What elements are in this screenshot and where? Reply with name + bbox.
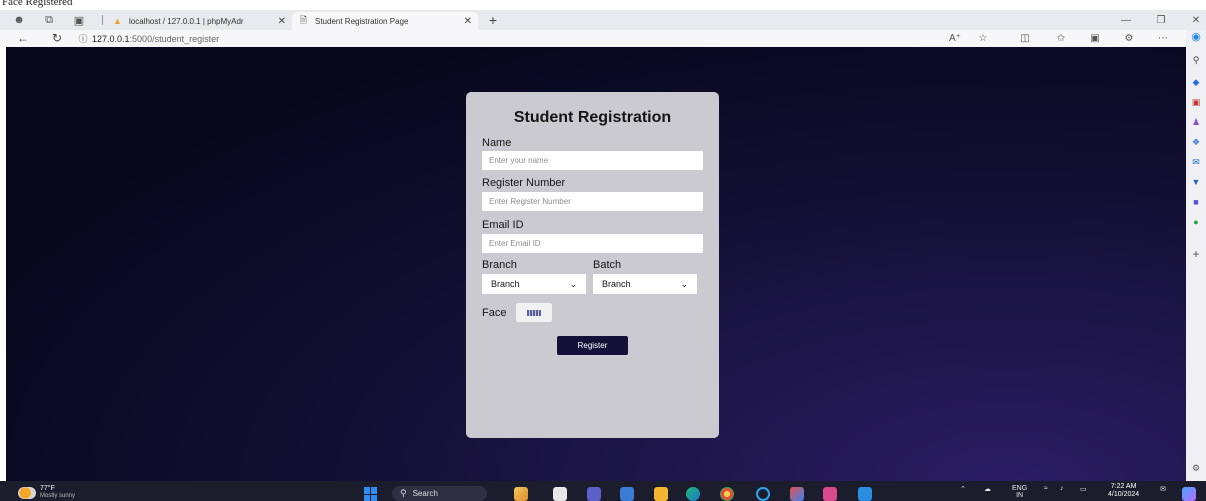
- url-path: :5000/student_register: [129, 33, 220, 44]
- clock[interactable]: 7:22 AM 4/10/2024: [1108, 483, 1139, 499]
- favorite-star-icon[interactable]: ☆: [976, 31, 990, 45]
- tab-student-registration[interactable]: 🗎 Student Registration Page ✕: [292, 12, 478, 30]
- search-label: Search: [412, 489, 438, 498]
- restore-icon[interactable]: ❐: [1151, 10, 1171, 30]
- info-icon[interactable]: ⓘ: [76, 31, 90, 45]
- branch-label: Branch: [482, 259, 517, 271]
- name-input[interactable]: [482, 151, 703, 170]
- minimize-icon[interactable]: —: [1116, 10, 1136, 30]
- profile-icon[interactable]: ☻: [12, 13, 26, 27]
- email-input[interactable]: [482, 234, 703, 253]
- language-region: IN: [1016, 492, 1024, 499]
- add-sidebar-app-icon[interactable]: +: [1189, 247, 1203, 261]
- task-view-icon[interactable]: [553, 487, 567, 501]
- more-options-icon[interactable]: ⋯: [1156, 31, 1170, 45]
- face-capture-button[interactable]: [516, 303, 552, 322]
- register-button[interactable]: Register: [557, 336, 628, 355]
- url-host: 127.0.0.1: [92, 33, 130, 44]
- edge-sidebar: ◉ ⚲ ◆ ▣ ♟ ❖ ✉ ▼ ■ ● + ⚙: [1186, 30, 1206, 481]
- app-icon[interactable]: [790, 487, 804, 501]
- page-icon: 🗎: [299, 15, 308, 25]
- vscode-icon[interactable]: [858, 487, 872, 501]
- tab-title: localhost / 127.0.0.1 | phpMyAdr: [129, 16, 244, 26]
- games-icon[interactable]: ❖: [1189, 136, 1203, 148]
- registration-form-card: Student Registration Name Register Numbe…: [466, 92, 719, 438]
- collections-icon[interactable]: ▣: [1088, 31, 1102, 45]
- email-label: Email ID: [482, 219, 524, 231]
- caption-text: Face Registered: [2, 0, 73, 8]
- store-icon[interactable]: [620, 487, 634, 501]
- volume-icon[interactable]: ♪: [1060, 485, 1064, 492]
- weather-widget[interactable]: 77°F Mostly sunny: [18, 484, 128, 500]
- batch-label: Batch: [593, 259, 622, 271]
- notification-icon[interactable]: ✉: [1160, 485, 1166, 493]
- wifi-icon[interactable]: ≈: [1044, 485, 1048, 492]
- caption-strip: Face Registered: [0, 0, 1206, 10]
- split-screen-icon[interactable]: ◫: [1018, 31, 1032, 45]
- taskbar-search[interactable]: ⚲ Search: [392, 486, 487, 501]
- outlook-icon[interactable]: ✉: [1189, 156, 1203, 168]
- tab-title: Student Registration Page: [315, 16, 409, 26]
- browser-tab-bar: ☻ ⧉ ▣ ▲ localhost / 127.0.0.1 | phpMyAdr…: [0, 10, 1206, 30]
- office-icon[interactable]: ■: [1189, 196, 1203, 208]
- chevron-down-icon: ⌄: [569, 278, 577, 289]
- language-indicator[interactable]: ENG IN: [1012, 485, 1027, 499]
- windows-start-icon[interactable]: [364, 487, 378, 501]
- name-label: Name: [482, 137, 512, 149]
- tag-icon[interactable]: ◆: [1189, 76, 1203, 88]
- weather-desc: Mostly sunny: [40, 493, 76, 499]
- whatsapp-icon[interactable]: ●: [1189, 216, 1203, 228]
- copilot-taskbar-icon[interactable]: [1182, 487, 1196, 501]
- workspaces-icon[interactable]: ⧉: [42, 13, 56, 27]
- clock-time: 7:22 AM: [1110, 483, 1137, 490]
- address-bar-row: ← ↻ ⓘ 127.0.0.1:5000/student_register A⁺…: [0, 30, 1206, 47]
- copilot-icon[interactable]: ◉: [1189, 30, 1203, 43]
- batch-select[interactable]: Branch ⌄: [593, 274, 697, 294]
- batch-select-value: Branch: [602, 279, 631, 289]
- shopping-icon[interactable]: ▣: [1189, 96, 1203, 108]
- language-code: ENG: [1012, 485, 1028, 492]
- battery-icon[interactable]: ▭: [1080, 485, 1087, 493]
- face-capture-icon: [527, 309, 541, 316]
- chevron-down-icon: ⌄: [680, 278, 688, 289]
- register-number-input[interactable]: [482, 192, 703, 211]
- extensions-icon[interactable]: ⚙: [1122, 31, 1136, 45]
- tools-icon[interactable]: ▼: [1189, 176, 1203, 188]
- register-number-label: Register Number: [482, 177, 566, 189]
- cortana-icon[interactable]: [756, 487, 770, 501]
- close-icon[interactable]: ✕: [464, 16, 472, 27]
- clock-date: 4/10/2024: [1108, 491, 1140, 498]
- phpmyadmin-icon: ▲: [113, 16, 122, 26]
- face-label: Face: [482, 307, 507, 319]
- url-field[interactable]: 127.0.0.1:5000/student_register: [92, 32, 932, 45]
- file-explorer-icon[interactable]: [654, 487, 668, 501]
- people-icon[interactable]: ♟: [1189, 116, 1203, 128]
- branch-select-value: Branch: [491, 279, 520, 289]
- edge-icon[interactable]: [686, 487, 700, 501]
- new-tab-button[interactable]: +: [486, 10, 500, 30]
- back-icon[interactable]: ←: [16, 31, 30, 45]
- widgets-app-icon[interactable]: [514, 487, 528, 501]
- search-icon[interactable]: ⚲: [1189, 54, 1203, 66]
- tray-overflow-icon[interactable]: ⌃: [960, 485, 966, 493]
- app-icon-2[interactable]: [823, 487, 837, 501]
- onedrive-icon[interactable]: ☁: [984, 485, 991, 493]
- chrome-icon[interactable]: [720, 487, 734, 501]
- tab-separator: [102, 15, 103, 25]
- tab-phpmyadmin[interactable]: ▲ localhost / 127.0.0.1 | phpMyAdr ✕: [106, 12, 292, 30]
- sidebar-settings-icon[interactable]: ⚙: [1189, 462, 1203, 474]
- weather-sun-icon: [18, 487, 36, 499]
- search-icon: ⚲: [400, 488, 407, 498]
- window-close-icon[interactable]: ✕: [1186, 10, 1206, 30]
- favorites-icon[interactable]: ✩: [1054, 31, 1068, 45]
- read-aloud-icon[interactable]: A⁺: [948, 31, 962, 45]
- teams-icon[interactable]: [587, 487, 601, 501]
- weather-temp: 77°F: [40, 485, 55, 492]
- refresh-icon[interactable]: ↻: [50, 31, 64, 45]
- branch-select[interactable]: Branch ⌄: [482, 274, 586, 294]
- form-title: Student Registration: [513, 109, 672, 126]
- close-icon[interactable]: ✕: [278, 16, 286, 27]
- tab-actions-icon[interactable]: ▣: [72, 13, 86, 27]
